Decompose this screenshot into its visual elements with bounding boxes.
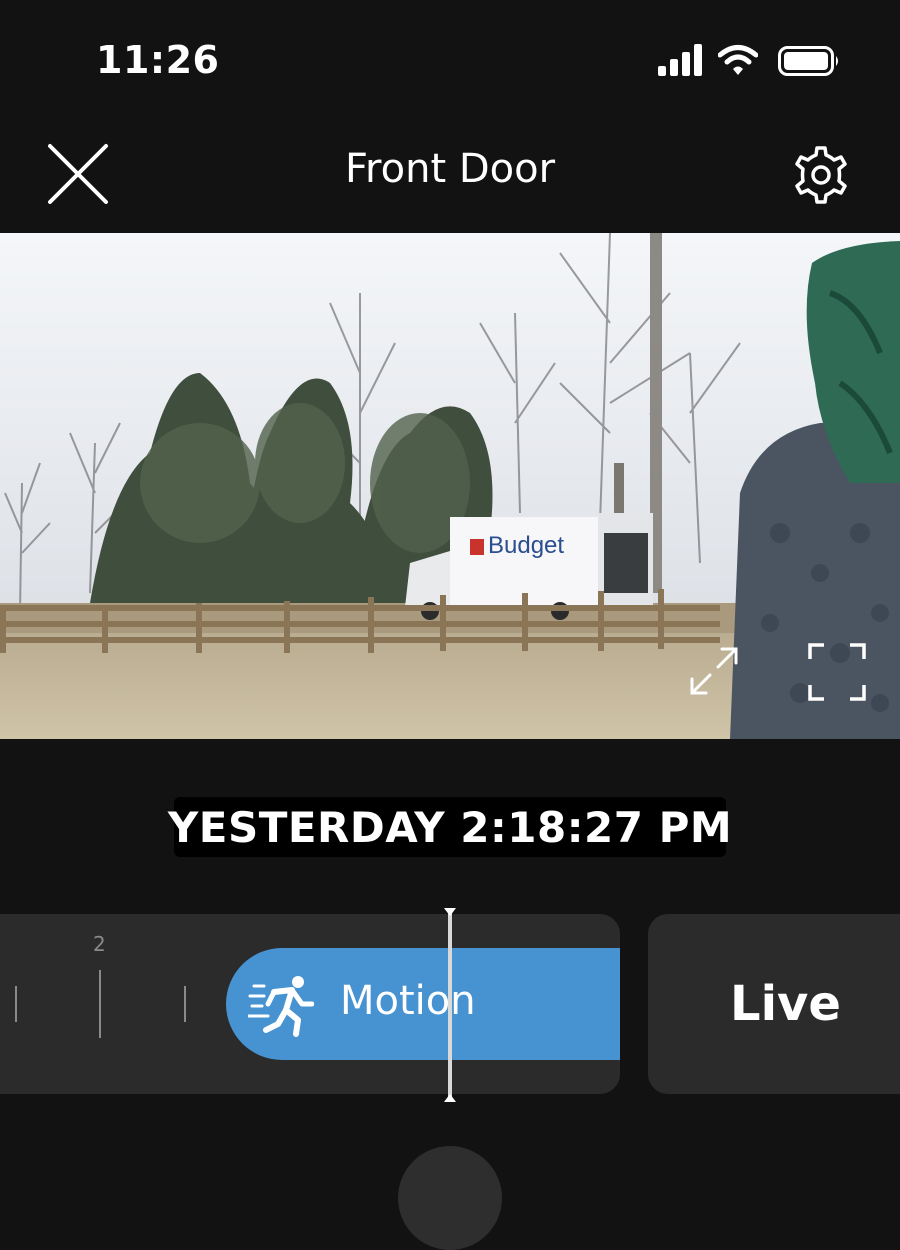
status-bar: 11:26: [0, 0, 900, 120]
bottom-control-button[interactable]: [398, 1146, 502, 1250]
battery-icon: [778, 46, 838, 76]
truck-logo: Budget: [488, 532, 564, 559]
timeline-tick: [184, 986, 186, 1022]
timeline-playhead[interactable]: [444, 908, 456, 1102]
motion-event-clip[interactable]: Motion: [226, 948, 620, 1060]
status-time: 11:26: [96, 38, 220, 82]
fullscreen-icon[interactable]: [806, 641, 868, 703]
camera-image: Budget: [0, 233, 900, 739]
timeline-tick: [15, 986, 17, 1022]
top-bar: Front Door: [0, 120, 900, 233]
wifi-icon: [718, 45, 758, 75]
running-person-icon: [248, 976, 314, 1037]
motion-event-label: Motion: [340, 978, 476, 1024]
live-label: Live: [730, 976, 841, 1032]
live-button[interactable]: Live: [648, 914, 900, 1094]
cellular-signal-icon: [658, 44, 702, 76]
timestamp-label: YESTERDAY 2:18:27 PM: [168, 797, 732, 857]
timeline-tick-label: 2: [93, 932, 106, 956]
video-feed[interactable]: Budget: [0, 233, 900, 739]
timeline-tick-major: [99, 970, 101, 1038]
page-title: Front Door: [344, 146, 556, 192]
resize-icon[interactable]: [686, 643, 742, 699]
gear-icon[interactable]: [790, 144, 852, 206]
event-timeline[interactable]: 2 Motion: [0, 914, 620, 1094]
